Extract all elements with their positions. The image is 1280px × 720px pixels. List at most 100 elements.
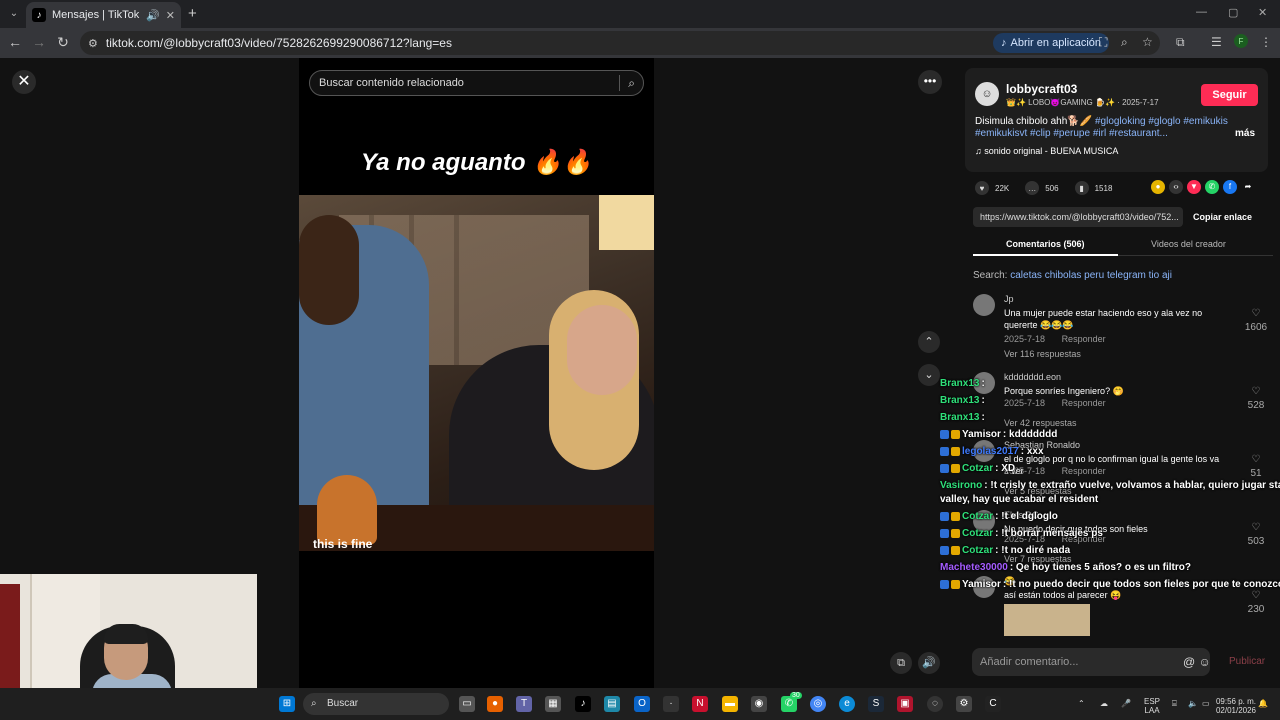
previous-video-button[interactable]: ⌃: [918, 331, 940, 353]
tab-search-button[interactable]: ⌄: [6, 6, 22, 22]
coin-icon[interactable]: ●: [1151, 180, 1165, 194]
related-search-input[interactable]: Buscar contenido relacionado: [319, 77, 619, 89]
comment-image[interactable]: [1004, 604, 1090, 636]
comment-username[interactable]: Jp: [1004, 294, 1014, 304]
search-icon[interactable]: ⌕: [628, 76, 635, 91]
creator-avatar[interactable]: ☺: [975, 82, 999, 106]
mention-icon[interactable]: @: [1183, 655, 1195, 669]
netflix-icon[interactable]: N: [692, 696, 708, 712]
outlook-icon[interactable]: O: [634, 696, 650, 712]
this-is-fine-dog-sticker: [317, 475, 377, 545]
add-comment-input[interactable]: Añadir comentario...: [972, 648, 1210, 676]
app-circle-icon[interactable]: ◌: [927, 696, 943, 712]
file-explorer-icon[interactable]: ▬: [722, 696, 738, 712]
teams-icon[interactable]: T: [516, 696, 532, 712]
edge-icon[interactable]: e: [839, 696, 855, 712]
profile-avatar[interactable]: F: [1234, 34, 1248, 48]
comment-like-button[interactable]: ♡: [1241, 522, 1271, 533]
app-red-icon[interactable]: ▣: [897, 696, 913, 712]
comment-like-button[interactable]: ♡: [1241, 590, 1271, 601]
tiktok-taskbar-icon[interactable]: ♪: [575, 696, 591, 712]
tray-overflow-icon[interactable]: ⌃: [1078, 699, 1085, 708]
bookmark-icon[interactable]: ▮: [1074, 181, 1089, 195]
heart-icon[interactable]: ♥: [975, 181, 989, 195]
steam-icon[interactable]: S: [868, 696, 884, 712]
creator-username[interactable]: lobbycraft03: [1006, 82, 1077, 96]
whatsapp-icon[interactable]: ✆: [1205, 180, 1219, 194]
related-search-box[interactable]: Buscar contenido relacionado ⌕: [309, 70, 644, 96]
comment-like-button[interactable]: ♡: [1241, 386, 1271, 397]
volume-icon[interactable]: 🔊: [918, 652, 940, 674]
share-arrow-icon[interactable]: ➦: [1241, 180, 1255, 194]
video-player[interactable]: Buscar contenido relacionado ⌕ Ya no agu…: [299, 58, 654, 688]
back-icon[interactable]: ←: [6, 34, 24, 50]
close-window-icon[interactable]: ✕: [1258, 6, 1267, 19]
copy-link-button[interactable]: Copiar enlace: [1193, 207, 1252, 227]
minimize-icon[interactable]: —: [1196, 6, 1207, 18]
translate-icon[interactable]: ⛶: [1099, 35, 1107, 50]
store-icon[interactable]: ▦: [545, 696, 561, 712]
tab-tiktok[interactable]: ♪ Mensajes | TikTok 🔊 ✕: [26, 2, 181, 28]
reply-button[interactable]: Responder: [1062, 466, 1106, 476]
bookmark-star-icon[interactable]: ☆: [1142, 35, 1153, 49]
video-link-field[interactable]: https://www.tiktok.com/@lobbycraft03/vid…: [973, 207, 1183, 227]
repost-icon[interactable]: ▼: [1187, 180, 1201, 194]
publish-button[interactable]: Publicar: [1229, 656, 1265, 667]
speaker-icon[interactable]: 🔊: [146, 9, 160, 22]
start-menu-icon[interactable]: ⊞: [279, 696, 295, 712]
maximize-icon[interactable]: ▢: [1228, 6, 1238, 19]
app-gear-icon[interactable]: ⚙: [956, 696, 972, 712]
comment-avatar[interactable]: [973, 294, 995, 316]
tab-creator-videos[interactable]: Videos del creador: [1151, 239, 1226, 249]
reply-button[interactable]: Responder: [1062, 398, 1106, 408]
reply-button[interactable]: Responder: [1062, 334, 1106, 344]
site-info-icon[interactable]: ⚙: [88, 37, 98, 50]
app-icon[interactable]: ·: [663, 696, 679, 712]
chat-text: : !t crisly te extraño vuelve, volvamos …: [984, 480, 1280, 491]
clock[interactable]: 09:56 p. m. 02/01/2026: [1206, 697, 1256, 715]
follow-button[interactable]: Seguir: [1201, 84, 1258, 106]
view-replies-button[interactable]: Ver 116 respuestas: [1004, 349, 1081, 359]
chrome-icon[interactable]: ◎: [810, 696, 826, 712]
zoom-icon[interactable]: ⌕: [1121, 35, 1128, 50]
more-options-button[interactable]: •••: [918, 70, 942, 94]
firefox-icon[interactable]: ●: [487, 696, 503, 712]
tray-mic-icon[interactable]: 🎤: [1121, 699, 1131, 708]
network-icon[interactable]: ⌸: [1172, 699, 1177, 708]
emoji-icon[interactable]: ☺: [1199, 655, 1211, 669]
menu-icon[interactable]: ⋮: [1260, 35, 1272, 49]
language-indicator[interactable]: ESP LAA: [1138, 697, 1166, 715]
sound-link[interactable]: ♫ sonido original - BUENA MUSICA: [975, 146, 1118, 156]
embed-icon[interactable]: ‹›: [1169, 180, 1183, 194]
close-tab-icon[interactable]: ✕: [166, 9, 175, 22]
comment-icon[interactable]: …: [1025, 181, 1040, 195]
open-in-app-button[interactable]: ♪ Abrir en aplicación: [993, 33, 1109, 53]
tab-comments[interactable]: Comentarios (506): [1006, 239, 1085, 249]
taskbar-search[interactable]: ⌕ Buscar: [303, 693, 449, 715]
extensions-icon[interactable]: ⧉: [1176, 35, 1185, 50]
more-description-button[interactable]: más: [1235, 128, 1255, 139]
view-replies-button[interactable]: Ver 42 respuestas: [1004, 418, 1077, 428]
task-view-icon[interactable]: ▭: [459, 696, 475, 712]
close-video-button[interactable]: ✕: [12, 70, 36, 94]
tray-app-icon[interactable]: ☁: [1100, 699, 1108, 708]
comment-like-button[interactable]: ♡: [1241, 454, 1271, 465]
related-search-suggestion[interactable]: Search: caletas chibolas peru telegram t…: [973, 270, 1172, 281]
comment-like-button[interactable]: ♡: [1241, 308, 1271, 319]
reload-icon[interactable]: ↻: [54, 34, 72, 51]
notification-icon[interactable]: 🔔: [1258, 699, 1268, 708]
comment-username[interactable]: kddddddd.eon: [1004, 372, 1061, 382]
chat-username: Cotzar: [962, 463, 994, 474]
pip-icon[interactable]: ⧉: [890, 652, 912, 674]
reading-list-icon[interactable]: ☰: [1211, 35, 1222, 49]
new-tab-button[interactable]: +: [188, 5, 197, 22]
forward-icon[interactable]: →: [30, 34, 48, 50]
post-description: Disimula chibolo ahh🐕🥖 #glogloking #glog…: [975, 116, 1245, 140]
obs-icon[interactable]: ◉: [751, 696, 767, 712]
next-video-button[interactable]: ⌄: [918, 364, 940, 386]
facebook-icon[interactable]: f: [1223, 180, 1237, 194]
video-frame[interactable]: this is fine: [299, 195, 654, 551]
capcut-icon[interactable]: C: [985, 696, 1001, 712]
files-icon[interactable]: ▤: [604, 696, 620, 712]
volume-tray-icon[interactable]: 🔈: [1188, 699, 1198, 708]
